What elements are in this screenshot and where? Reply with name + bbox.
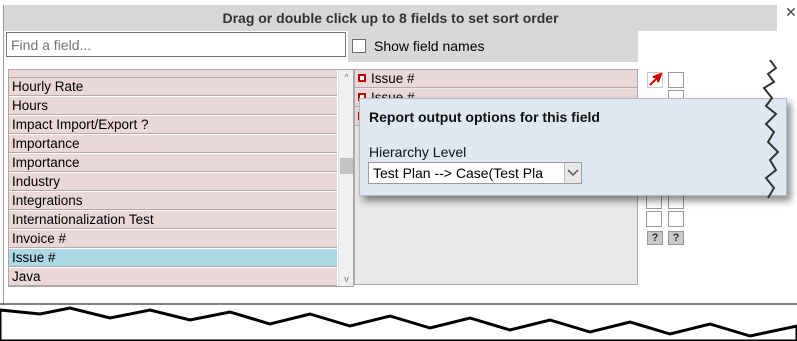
scroll-down-icon[interactable]: v [339,272,353,286]
list-item[interactable]: Hourly Rate [9,78,337,96]
popup-title: Report output options for this field [369,109,600,125]
torn-edge-bottom [0,303,797,341]
list-item[interactable]: Hours [9,97,337,115]
move-up-button[interactable] [647,72,663,88]
list-item[interactable]: Industry [9,173,337,191]
torn-edge-right [762,60,780,199]
list-item[interactable]: Integrations [9,192,337,210]
available-fields-list[interactable]: Hourly Rate Hours Impact Import/Export ?… [8,69,354,287]
red-arrow-up-right-icon [649,72,663,86]
sort-item[interactable]: Issue # [355,70,637,88]
report-output-popup: Report output options for this field Hie… [359,98,787,196]
sort-option-box[interactable] [646,211,662,227]
help-button[interactable]: ? [647,231,663,245]
show-field-names-label: Show field names [374,38,485,54]
chevron-down-icon[interactable] [564,163,581,183]
red-square-icon[interactable] [358,74,366,82]
fields-scrollbar[interactable]: ^ v [338,70,353,286]
show-field-names-toggle[interactable]: Show field names [352,36,485,56]
sort-direction-box[interactable] [668,211,684,227]
list-item-selected[interactable]: Issue # [9,249,337,267]
list-item[interactable]: Invoice # [9,230,337,248]
dialog-title: Drag or double click up to 8 fields to s… [4,5,777,31]
hierarchy-level-label: Hierarchy Level [369,144,467,160]
show-field-names-checkbox[interactable] [352,39,366,53]
list-item[interactable]: Importance [9,135,337,153]
sort-item-label: Issue # [371,71,415,86]
help-button[interactable]: ? [668,231,684,245]
find-field-wrapper [6,32,346,57]
list-item[interactable]: Impact Import/Export ? [9,116,337,134]
hierarchy-level-select[interactable]: Test Plan --> Case(Test Pla [368,162,582,184]
sort-direction-box[interactable] [668,72,684,88]
hierarchy-level-value: Test Plan --> Case(Test Pla [373,165,544,181]
scroll-up-icon[interactable]: ^ [339,70,353,84]
scrollbar-thumb[interactable] [340,158,353,174]
find-field-input[interactable] [6,32,346,57]
close-icon[interactable]: ✕ [785,4,797,21]
list-item[interactable] [9,70,337,78]
list-item[interactable]: Java [9,268,337,286]
list-item[interactable]: Importance [9,154,337,172]
list-item[interactable]: Internationalization Test [9,211,337,229]
